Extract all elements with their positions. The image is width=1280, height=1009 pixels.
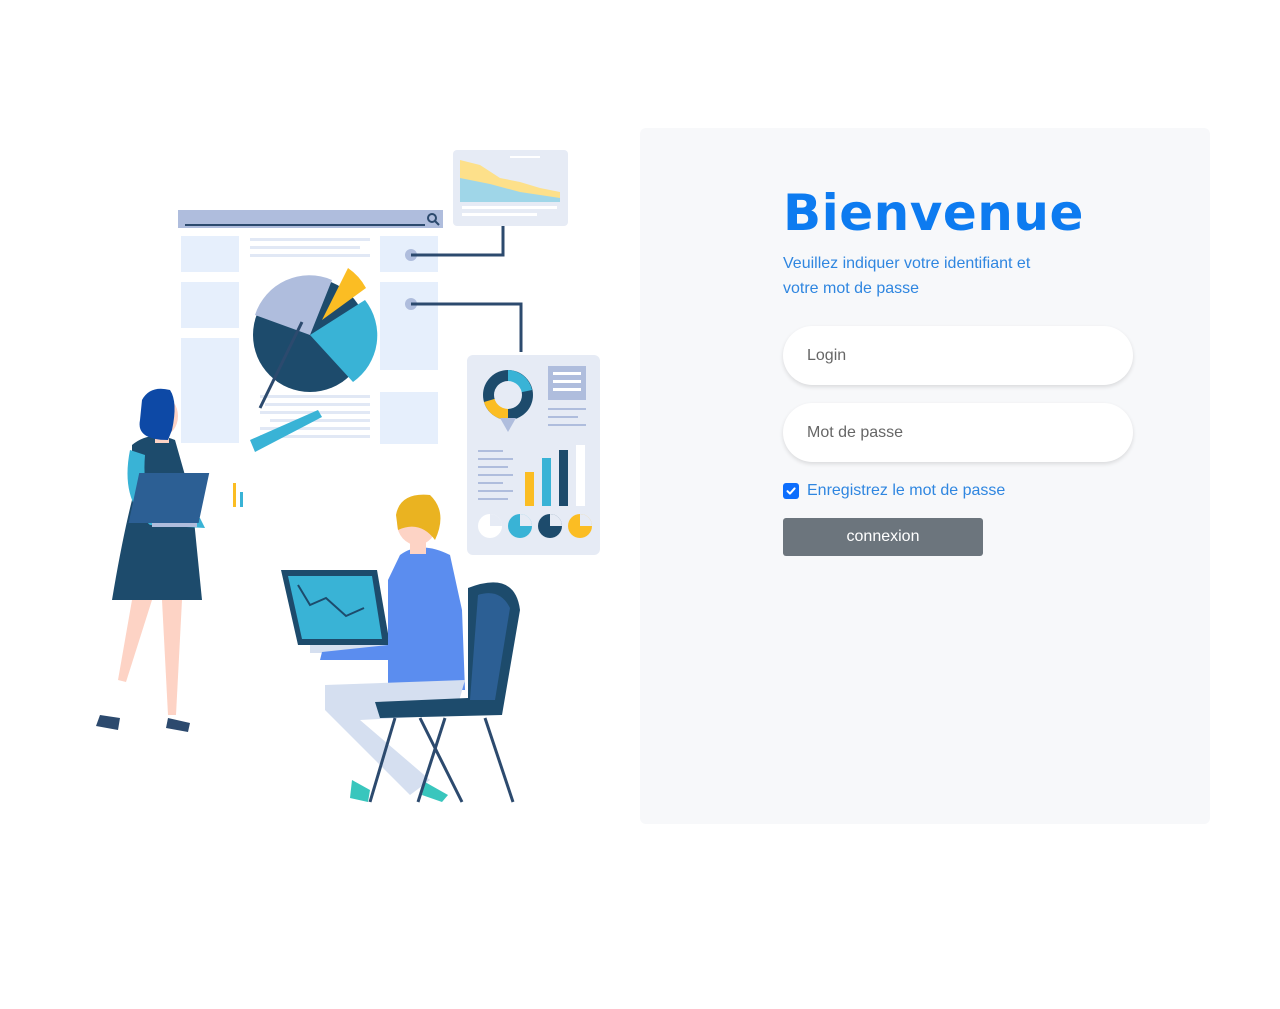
password-input[interactable]	[783, 403, 1133, 462]
checkmark-icon	[786, 487, 796, 495]
login-submit-button[interactable]: connexion	[783, 518, 983, 556]
remember-password-label[interactable]: Enregistrez le mot de passe	[807, 482, 1005, 500]
remember-password-checkbox[interactable]	[783, 483, 799, 499]
welcome-subtitle: Veuillez indiquer votre identifiant et v…	[783, 255, 1031, 297]
dashboard-card	[467, 355, 600, 555]
data-analytics-illustration	[70, 140, 630, 820]
login-form: Bienvenue Veuillez indiquer votre identi…	[783, 183, 1133, 556]
welcome-title: Bienvenue	[783, 184, 1084, 242]
area-chart-card	[453, 150, 568, 226]
pie-chart-graphic	[253, 268, 378, 392]
remember-password-row: Enregistrez le mot de passe	[783, 482, 1133, 500]
login-panel: Bienvenue Veuillez indiquer votre identi…	[640, 128, 1210, 824]
login-input[interactable]	[783, 326, 1133, 385]
